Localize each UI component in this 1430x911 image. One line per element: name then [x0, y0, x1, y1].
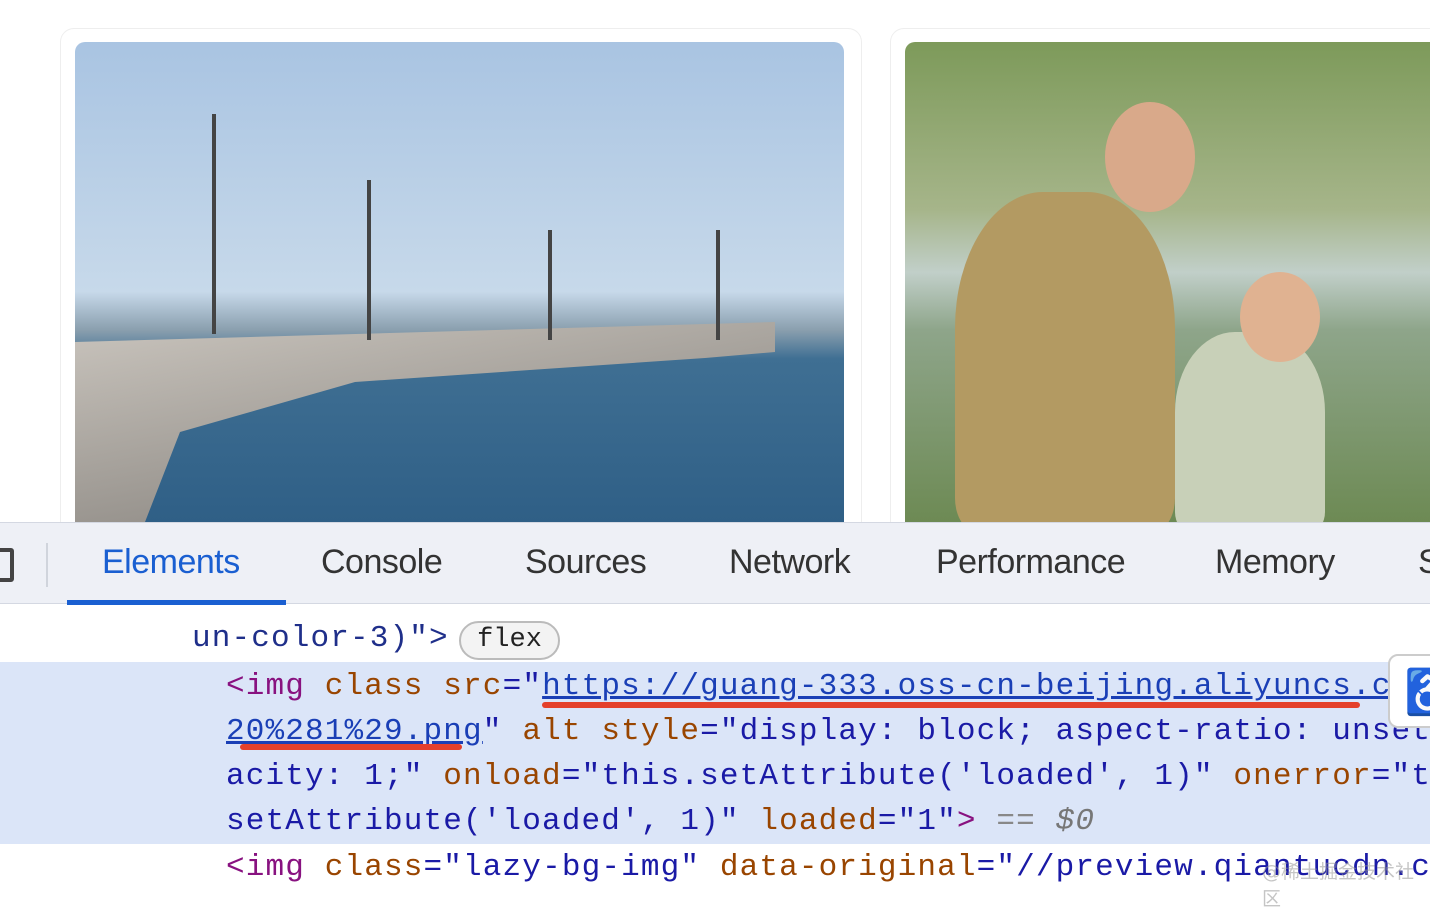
- tag-close: >: [956, 804, 977, 839]
- red-annotation-underline: [542, 702, 1360, 708]
- code-text: un-color-3)">: [192, 621, 449, 656]
- attr-name: onload: [423, 759, 562, 794]
- code-line[interactable]: <img class="lazy-bg-img" data-original="…: [226, 845, 1430, 890]
- lamp-post: [367, 180, 371, 340]
- attr-name: class: [305, 850, 424, 885]
- attr-value: ="display: block; aspect-ratio: unset: [700, 714, 1430, 749]
- accessibility-icon: ♿: [1404, 666, 1430, 718]
- attr-value: ": [482, 714, 503, 749]
- attr-value: ="t: [1371, 759, 1430, 794]
- lamp-post: [548, 230, 552, 340]
- accessibility-button[interactable]: ♿: [1388, 654, 1430, 728]
- attr-value: ="1": [877, 804, 957, 839]
- device-toggle-icon[interactable]: [0, 548, 14, 582]
- attr-value: =": [502, 669, 543, 704]
- dollar-zero: $0: [1055, 804, 1096, 839]
- man: [955, 192, 1175, 522]
- src-link[interactable]: https://guang-333.oss-cn-beijing.aliyunc…: [542, 669, 1391, 704]
- tab-security[interactable]: S: [1418, 543, 1430, 582]
- lamp-post: [716, 230, 720, 340]
- tag-name: <img: [226, 669, 306, 704]
- attr-value: acity: 1;": [226, 759, 424, 794]
- watermark: @稀土掘金技术社区: [1262, 861, 1415, 910]
- attr-name: style: [581, 714, 701, 749]
- attr-name: loaded: [739, 804, 878, 839]
- attr-value: ="this.setAttribute('loaded', 1)": [561, 759, 1214, 794]
- attr-value: ="lazy-bg-img": [423, 850, 701, 885]
- divider: [46, 543, 48, 587]
- devtools-panel: un-color-3)"> flex <img class src="https…: [0, 522, 1430, 910]
- pier-photo[interactable]: [75, 42, 844, 522]
- tab-network[interactable]: Network: [729, 543, 851, 582]
- code-line[interactable]: un-color-3)">: [192, 616, 449, 661]
- red-annotation-underline: [240, 744, 462, 750]
- tag-name: <img: [226, 850, 306, 885]
- attr-name: data-original: [700, 850, 977, 885]
- flex-badge[interactable]: flex: [459, 621, 560, 660]
- family-photo[interactable]: [905, 42, 1430, 522]
- tab-elements[interactable]: Elements: [102, 543, 240, 582]
- attr-name: src: [423, 669, 503, 704]
- active-tab-indicator: [67, 600, 286, 605]
- tab-console[interactable]: Console: [321, 543, 443, 582]
- code-line-selected[interactable]: setAttribute('loaded', 1)" loaded="1"> =…: [226, 799, 1095, 844]
- tab-sources[interactable]: Sources: [525, 543, 647, 582]
- attr-name: class: [305, 669, 424, 704]
- man-face: [1105, 102, 1195, 212]
- attr-name: onerror: [1213, 759, 1372, 794]
- lamp-post: [212, 114, 216, 334]
- devtools-tabbar: Elements Console Sources Network Perform…: [0, 522, 1430, 605]
- attr-value: setAttribute('loaded', 1)": [226, 804, 740, 839]
- tab-memory[interactable]: Memory: [1215, 543, 1335, 582]
- pier: [75, 322, 775, 522]
- boy-face: [1240, 272, 1320, 362]
- code-line-selected[interactable]: acity: 1;" onload="this.setAttribute('lo…: [226, 754, 1430, 799]
- tab-performance[interactable]: Performance: [936, 543, 1126, 582]
- boy: [1175, 332, 1325, 522]
- equals-sign: ==: [976, 804, 1056, 839]
- attr-name: alt: [502, 714, 582, 749]
